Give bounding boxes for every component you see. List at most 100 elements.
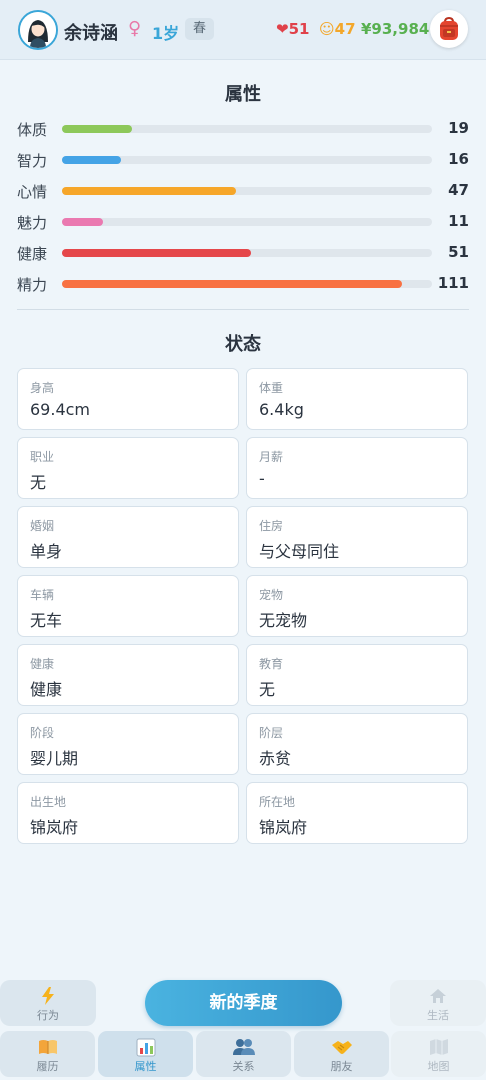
people-icon [196,1037,291,1057]
lightning-icon [0,986,96,1006]
avatar[interactable] [18,10,58,50]
season-badge: 春 [185,18,215,40]
attribute-bar-fill [62,125,132,133]
attribute-row: 精力 111 [17,272,469,296]
attribute-label: 精力 [17,276,48,294]
status-card-value: 无宠物 [259,611,308,630]
status-card-value: 赤贫 [259,749,292,768]
status-card-label: 身高 [30,381,55,395]
status-title: 状态 [225,334,261,355]
status-card: 阶层 赤贫 [246,713,468,775]
status-card-value: 无 [259,680,276,699]
house-icon [390,986,486,1006]
status-card-value: 69.4cm [30,400,91,419]
attribute-bar-track [62,218,432,226]
attributes-title: 属性 [225,84,261,105]
attribute-bar-track [62,187,432,195]
new-season-button[interactable]: 新的季度 [145,980,342,1026]
status-card-label: 健康 [30,657,55,671]
status-card: 身高 69.4cm [17,368,239,430]
status-card-label: 体重 [259,381,284,395]
tab-friends[interactable]: 朋友 [294,1031,389,1077]
attribute-bar-fill [62,280,402,288]
status-card: 健康 健康 [17,644,239,706]
status-card-value: 锦岚府 [30,818,79,837]
status-card-label: 阶段 [30,726,55,740]
tab-label: 履历 [36,1060,59,1073]
attribute-value: 11 [448,212,469,230]
status-card-label: 阶层 [259,726,284,740]
backpack-icon [440,16,458,40]
bar-chart-icon [98,1037,193,1057]
backpack-button[interactable] [430,10,468,48]
status-card: 阶段 婴儿期 [17,713,239,775]
handshake-icon [294,1037,389,1057]
attribute-bar-fill [62,156,121,164]
attribute-label: 智力 [17,152,48,170]
attribute-value: 19 [448,119,469,137]
status-card-value: 与父母同住 [259,542,340,561]
tab-history[interactable]: 履历 [0,1031,95,1077]
hp-stat: ❤51 [276,20,310,38]
tab-label: 地图 [427,1060,450,1073]
happiness-stat: ☺47 [319,20,356,38]
status-card-label: 教育 [259,657,284,671]
age-label: 1岁 [152,24,180,43]
action-label: 行为 [37,1009,59,1022]
status-card: 教育无 [246,644,468,706]
attribute-label: 健康 [17,245,48,263]
status-card-value: 无车 [30,611,63,630]
attribute-value: 16 [448,150,469,168]
status-card-label: 车辆 [30,588,55,602]
status-card: 体重 6.4kg [246,368,468,430]
attribute-row: 健康 51 [17,241,469,265]
status-card-label: 职业 [30,450,55,464]
attribute-bar-fill [62,249,251,257]
attribute-row: 智力 16 [17,148,469,172]
status-card: 月薪 - [246,437,468,499]
character-name: 余诗涵 [64,23,118,44]
top-header: 余诗涵 ♀ 1岁 春 ❤51 ☺47 ¥93,984 [0,0,486,60]
attribute-bar-fill [62,187,236,195]
attribute-bar-track [62,125,432,133]
attribute-bar-track [62,280,432,288]
status-card-label: 婚姻 [30,519,55,533]
action-button[interactable]: 行为 [0,980,96,1026]
tab-label: 关系 [232,1060,255,1073]
avatar-portrait-icon [20,12,56,48]
attribute-row: 魅力 11 [17,210,469,234]
map-icon [391,1037,486,1057]
status-card-label: 所在地 [259,795,296,809]
attribute-bar-track [62,156,432,164]
attribute-row: 心情 47 [17,179,469,203]
attribute-value: 51 [448,243,469,261]
attribute-bar-fill [62,218,103,226]
status-card-value: 婴儿期 [30,749,79,768]
status-card: 宠物 无宠物 [246,575,468,637]
status-card: 所在地 锦岚府 [246,782,468,844]
life-label: 生活 [427,1009,449,1022]
status-card-value: 无 [30,473,47,492]
attribute-label: 魅力 [17,214,48,232]
status-card-value: 单身 [30,542,63,561]
life-button[interactable]: 生活 [390,980,486,1026]
attribute-label: 体质 [17,121,48,139]
status-card: 住房 与父母同住 [246,506,468,568]
status-card: 出生地 锦岚府 [17,782,239,844]
tab-relations[interactable]: 关系 [196,1031,291,1077]
status-card-label: 住房 [259,519,284,533]
attribute-bar-track [62,249,432,257]
tab-label: 属性 [134,1060,157,1073]
status-card-label: 月薪 [259,450,284,464]
tab-map[interactable]: 地图 [391,1031,486,1077]
attribute-value: 47 [448,181,469,199]
status-card-value: - [259,469,265,488]
gender-female-icon: ♀ [128,18,142,39]
status-card-label: 出生地 [30,795,67,809]
attribute-value: 111 [437,274,469,292]
tab-label: 朋友 [330,1060,353,1073]
tab-attributes[interactable]: 属性 [98,1031,193,1077]
status-card-label: 宠物 [259,588,284,602]
book-icon [0,1037,95,1057]
status-card-value: 锦岚府 [259,818,308,837]
